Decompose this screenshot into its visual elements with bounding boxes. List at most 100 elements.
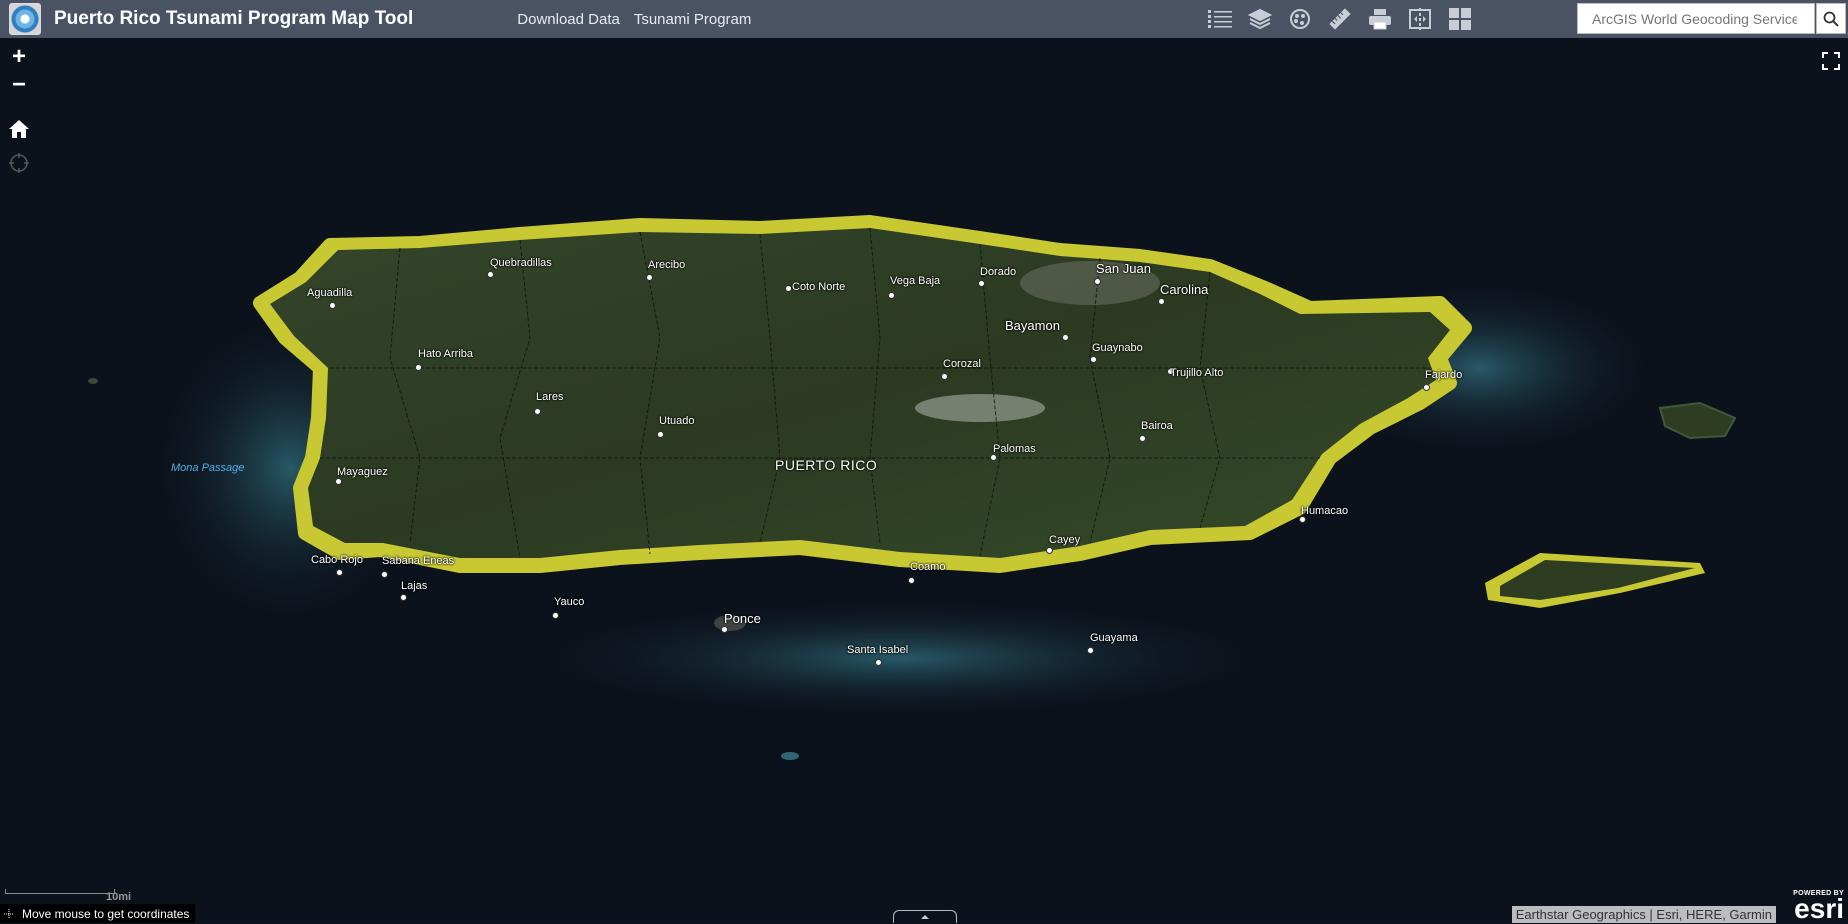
place-label-santa-isabel: Santa Isabel <box>847 644 908 656</box>
cloud-patch <box>915 394 1045 422</box>
place-dot <box>990 454 997 461</box>
home-button[interactable] <box>8 118 30 140</box>
zoom-out-button[interactable]: − <box>6 72 32 98</box>
place-dot <box>1087 647 1094 654</box>
island-land <box>270 228 1450 558</box>
place-dot <box>336 569 343 576</box>
place-label-utuado: Utuado <box>659 415 694 427</box>
esri-logo: POWERED BY esri <box>1793 890 1844 921</box>
search-button[interactable] <box>1816 3 1846 34</box>
place-label-trujillo-alto: Trujillo Alto <box>1170 367 1223 379</box>
place-label-yauco: Yauco <box>554 596 584 608</box>
shallow-water-south <box>520 598 1280 718</box>
place-label-bayamon: Bayamon <box>1005 318 1060 333</box>
basemap-gallery-icon[interactable] <box>1280 0 1320 38</box>
place-dot <box>1139 435 1146 442</box>
attribute-table-toggle[interactable] <box>893 910 957 923</box>
place-label-carolina: Carolina <box>1160 282 1208 297</box>
place-label-aguadilla: Aguadilla <box>307 287 352 299</box>
coordinates-text: Move mouse to get coordinates <box>22 907 189 921</box>
place-label-bairoa: Bairoa <box>1141 420 1173 432</box>
place-dot <box>552 612 559 619</box>
place-dot <box>1158 298 1165 305</box>
place-dot <box>1090 356 1097 363</box>
chevron-up-icon <box>894 911 956 923</box>
place-dot <box>646 274 653 281</box>
place-label-palomas: Palomas <box>993 443 1036 455</box>
nav-tsunami-program[interactable]: Tsunami Program <box>634 11 752 28</box>
map-view[interactable]: + − Mona Passage PUERTO RICO Aguadilla Q… <box>0 38 1848 923</box>
place-dot <box>721 626 728 633</box>
measure-icon[interactable] <box>1320 0 1360 38</box>
place-label-humacao: Humacao <box>1301 505 1348 517</box>
geocode-search-input[interactable] <box>1590 10 1799 28</box>
crosshair-icon[interactable] <box>4 909 14 919</box>
place-label-san-juan: San Juan <box>1096 261 1151 276</box>
place-dot <box>888 292 895 299</box>
place-label-hato-arriba: Hato Arriba <box>418 348 473 360</box>
place-dot <box>415 364 422 371</box>
place-label-vega-baja: Vega Baja <box>890 275 940 287</box>
app-title: Puerto Rico Tsunami Program Map Tool <box>54 8 413 30</box>
place-label-guayama: Guayama <box>1090 632 1138 644</box>
place-dot <box>785 285 792 292</box>
list-icon[interactable] <box>1200 0 1240 38</box>
place-dot <box>487 271 494 278</box>
place-label-quebradillas: Quebradillas <box>490 257 552 269</box>
country-label: PUERTO RICO <box>775 457 877 473</box>
place-dot <box>875 659 882 666</box>
place-label-dorado: Dorado <box>980 266 1016 278</box>
place-dot <box>908 577 915 584</box>
place-label-ponce: Ponce <box>724 611 761 626</box>
place-dot <box>1423 384 1430 391</box>
place-label-lajas: Lajas <box>401 580 427 592</box>
esri-wordmark: esri <box>1793 897 1844 921</box>
culebra-island <box>1660 403 1735 438</box>
search-icon <box>1823 11 1839 27</box>
place-dot <box>329 302 336 309</box>
place-dot <box>534 408 541 415</box>
water-label-mona-passage: Mona Passage <box>171 462 244 474</box>
place-label-mayaguez: Mayaguez <box>337 466 388 478</box>
map-attribution: Earthstar Geographics | Esri, HERE, Garm… <box>1512 906 1776 923</box>
fullscreen-button[interactable] <box>1822 52 1840 70</box>
place-dot <box>978 280 985 287</box>
home-icon <box>8 118 30 140</box>
coordinates-bar: Move mouse to get coordinates <box>0 904 195 923</box>
place-label-coamo: Coamo <box>910 561 945 573</box>
app-logo <box>9 3 41 35</box>
place-label-coto-norte: Coto Norte <box>792 281 845 293</box>
zoom-in-button[interactable]: + <box>6 44 32 70</box>
layers-icon[interactable] <box>1240 0 1280 38</box>
place-dot <box>1299 516 1306 523</box>
place-label-cayey: Cayey <box>1049 534 1080 546</box>
nav-download-data[interactable]: Download Data <box>517 11 620 28</box>
scale-label: 10mi <box>106 891 131 903</box>
place-dot <box>1062 334 1069 341</box>
place-dot <box>1094 278 1101 285</box>
place-label-guaynabo: Guaynabo <box>1092 342 1143 354</box>
print-icon[interactable] <box>1360 0 1400 38</box>
place-dot <box>335 478 342 485</box>
place-dot <box>941 373 948 380</box>
place-dot <box>381 571 388 578</box>
toolbar <box>1200 0 1480 38</box>
place-dot <box>657 431 664 438</box>
map-imagery <box>0 38 1848 923</box>
place-dot <box>1046 547 1053 554</box>
place-label-cabo-rojo: Cabo Rojo <box>311 554 363 566</box>
locate-button[interactable] <box>8 152 30 174</box>
scale-bar <box>5 889 115 894</box>
geocode-search-box <box>1577 3 1815 34</box>
place-label-arecibo: Arecibo <box>648 259 685 271</box>
locate-icon <box>8 152 30 174</box>
place-label-sabana-eneas: Sabana Eneas <box>382 555 454 567</box>
app-header: Puerto Rico Tsunami Program Map Tool Dow… <box>0 0 1848 38</box>
desecheo-island <box>88 378 98 384</box>
swipe-icon[interactable] <box>1400 0 1440 38</box>
widgets-grid-icon[interactable] <box>1440 0 1480 38</box>
place-dot <box>400 594 407 601</box>
place-label-corozal: Corozal <box>943 358 981 370</box>
caja-de-muerto-island <box>781 752 799 760</box>
fullscreen-icon <box>1822 52 1840 70</box>
